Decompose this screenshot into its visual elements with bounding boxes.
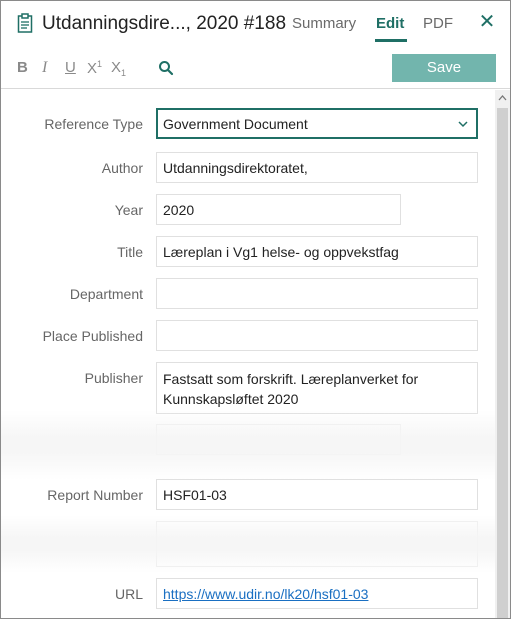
author-label: Author — [101, 160, 143, 176]
reference-title: Utdanningsdire..., 2020 #188 — [42, 13, 287, 34]
subscript-button[interactable]: X1 — [111, 59, 126, 78]
header: Utdanningsdire..., 2020 #188 Summary Edi… — [1, 1, 510, 45]
reference-type-select[interactable]: Government Document — [156, 108, 478, 139]
publisher-field[interactable]: Fastsatt som forskrift. Læreplanverket f… — [156, 362, 478, 414]
url-link[interactable]: https://www.udir.no/lk20/hsf01-03 — [163, 586, 368, 602]
italic-button[interactable]: I — [42, 59, 47, 77]
tab-summary[interactable]: Summary — [292, 15, 356, 32]
report-number-field[interactable]: HSF01-03 — [156, 479, 478, 510]
report-number-label: Report Number — [47, 487, 143, 503]
year-field[interactable]: 2020 — [156, 194, 401, 225]
superscript-base: X — [87, 60, 98, 77]
year-label: Year — [114, 202, 143, 218]
publisher-label: Publisher — [84, 370, 143, 386]
clipboard-icon — [17, 13, 33, 33]
underline-button[interactable]: U — [65, 59, 76, 76]
vertical-scrollbar[interactable] — [495, 90, 510, 618]
superscript-button[interactable]: X1 — [87, 59, 102, 77]
scrollbar-thumb[interactable] — [497, 108, 508, 618]
superscript-mark: 1 — [97, 59, 103, 69]
subscript-mark: 1 — [121, 68, 127, 78]
reference-type-label: Reference Type — [44, 116, 143, 132]
department-field[interactable] — [156, 278, 478, 309]
reference-editor-window: Utdanningsdire..., 2020 #188 Summary Edi… — [0, 0, 511, 619]
tab-edit[interactable]: Edit — [376, 15, 404, 32]
chevron-down-icon[interactable] — [458, 120, 468, 128]
active-tab-indicator — [375, 39, 407, 42]
department-label: Department — [69, 286, 143, 302]
search-icon[interactable] — [158, 60, 174, 76]
title-field[interactable]: Læreplan i Vg1 helse- og oppvekstfag — [156, 236, 478, 267]
subscript-base: X — [111, 59, 122, 76]
blur-overlay — [1, 410, 495, 480]
form-content: Reference Type Government Document Autho… — [1, 90, 510, 618]
close-icon[interactable]: ✕ — [478, 12, 496, 32]
place-published-label: Place Published — [42, 328, 143, 344]
title-label: Title — [117, 244, 143, 260]
blur-overlay — [1, 515, 495, 573]
tab-pdf[interactable]: PDF — [423, 15, 453, 32]
place-published-field[interactable] — [156, 320, 478, 351]
bold-button[interactable]: B — [17, 59, 28, 76]
save-button[interactable]: Save — [392, 54, 496, 82]
formatting-toolbar: B I U X1 X1 Save — [1, 45, 510, 89]
url-label: URL — [114, 586, 143, 602]
scroll-up-arrow-icon[interactable] — [495, 93, 510, 103]
author-field[interactable]: Utdanningsdirektoratet, — [156, 152, 478, 183]
url-field[interactable]: https://www.udir.no/lk20/hsf01-03 — [156, 578, 478, 609]
